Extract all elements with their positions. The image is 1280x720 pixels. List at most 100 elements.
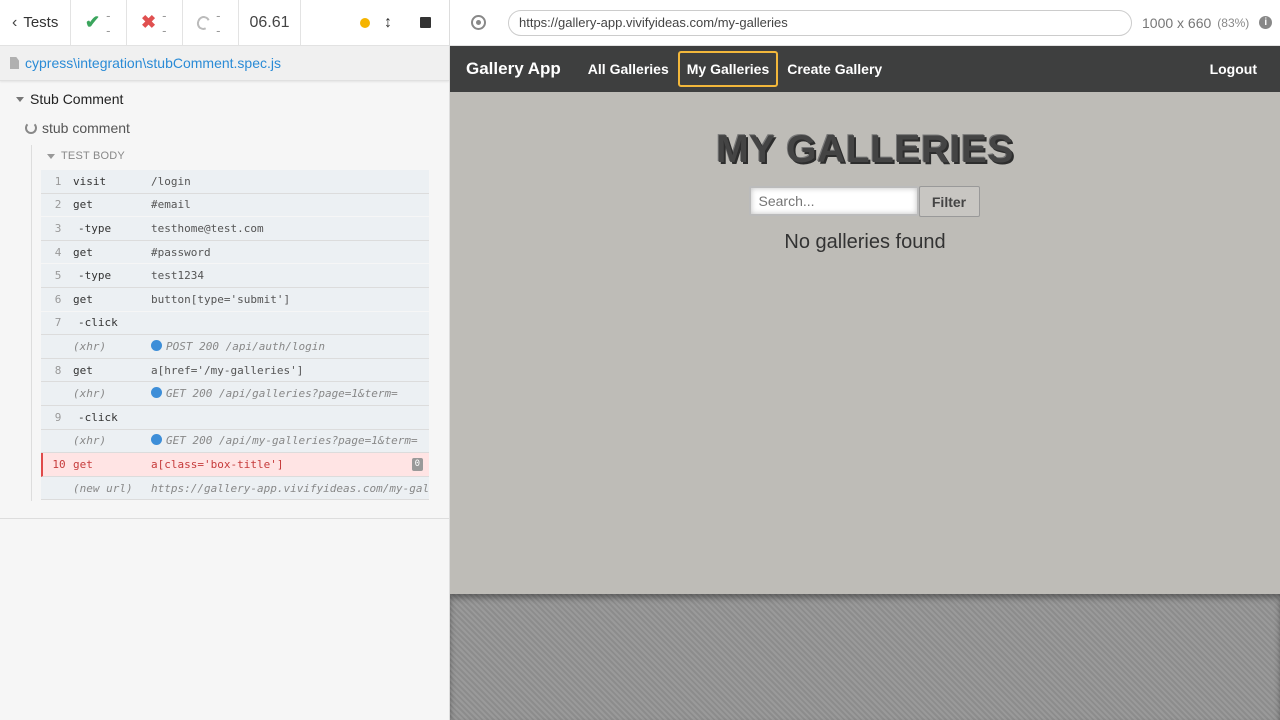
auto-scroll-toggle-icon[interactable]: ↕: [384, 14, 392, 32]
nav-my-galleries[interactable]: My Galleries: [677, 51, 779, 87]
command-number: 10: [52, 457, 66, 471]
command-row[interactable]: (xhr) POST 200 /api/auth/login: [41, 335, 429, 359]
xhr-message: POST 200 /api/auth/login: [166, 339, 325, 353]
info-icon[interactable]: i: [1259, 16, 1273, 29]
command-log: 1 visit/login 2 get #email 3 -type testhome@tes…: [41, 170, 429, 501]
page-title: MY GALLERIES: [716, 128, 1014, 171]
command-message: GET 200 /api/my-galleries?page=1&term=: [151, 434, 429, 447]
command-name: get: [73, 198, 93, 212]
command-row[interactable]: 3 -type testhome@test.com: [41, 217, 429, 241]
reporter-header: ‹ Tests ✔ -- ✖ -- -- 06.61 ↕: [0, 0, 449, 46]
command-row[interactable]: 9 -click: [41, 405, 429, 430]
app-under-test-panel: https://gallery-app.vivifyideas.com/my-g…: [450, 0, 1280, 720]
command-message: a[class='box-title']: [151, 457, 284, 471]
command-message: #password: [151, 245, 211, 259]
element-count-badge: 0: [411, 458, 423, 472]
xhr-message: GET 200 /api/my-galleries?page=1&term=: [166, 434, 418, 448]
nav-all-galleries[interactable]: All Galleries: [580, 53, 677, 85]
brand-link[interactable]: Gallery App: [466, 59, 561, 79]
command-message: a[href='/my-galleries']: [151, 363, 304, 377]
stop-button[interactable]: [420, 17, 431, 28]
command-name: get: [73, 457, 93, 471]
file-icon: [10, 57, 19, 69]
suite: Stub Comment stub comment: [0, 81, 449, 143]
viewport-overflow-area: [450, 594, 1280, 720]
search-input[interactable]: [748, 186, 919, 216]
command-name: get: [73, 292, 93, 306]
tests-back-button[interactable]: ‹ Tests: [0, 0, 71, 45]
failed-count: --: [162, 7, 167, 38]
nav-create-gallery[interactable]: Create Gallery: [779, 53, 890, 85]
passed-stat[interactable]: ✔ --: [71, 0, 127, 45]
spec-path-link[interactable]: cypress\integration\stubComment.spec.js: [25, 55, 281, 71]
command-number: 3: [54, 221, 62, 235]
command-number: 2: [54, 198, 62, 212]
command-number: 5: [54, 269, 62, 283]
command-row[interactable]: 6 get button[type='submit']: [41, 287, 429, 312]
running-spinner-icon: [25, 122, 37, 134]
command-name: -click: [78, 316, 118, 330]
filter-button[interactable]: Filter: [918, 186, 980, 217]
command-row[interactable]: (xhr) GET 200 /api/my-galleries?page=1&te…: [41, 429, 429, 454]
command-name: get: [73, 363, 93, 377]
app-frame: Gallery App All Galleries My Galleries C…: [450, 46, 1280, 594]
caret-down-icon: [47, 153, 55, 159]
passed-count: --: [106, 7, 111, 38]
xhr-status-dot-icon: [151, 387, 162, 399]
command-row[interactable]: 4 get #password: [41, 240, 429, 265]
command-row[interactable]: (new url) https://gallery-app.vivifyideas…: [41, 476, 429, 501]
command-name: (xhr): [73, 339, 107, 353]
suite-title-label: Stub Comment: [30, 91, 124, 107]
url-bar[interactable]: https://gallery-app.vivifyideas.com/my-g…: [508, 9, 1132, 36]
failed-stat[interactable]: ✖ --: [127, 0, 183, 45]
viewport-size: 1000 x 660: [1142, 14, 1212, 31]
command-name: -type: [78, 221, 112, 235]
divider: [0, 518, 450, 519]
spec-bar: cypress\integration\stubComment.spec.js: [0, 46, 449, 81]
command-number: 9: [54, 410, 62, 424]
command-name: (xhr): [73, 387, 107, 401]
test-body-guide-line: [31, 145, 32, 501]
command-row[interactable]: 8 get a[href='/my-galleries']: [41, 358, 429, 383]
pending-count: --: [216, 7, 221, 38]
command-row[interactable]: 5 -type test1234: [41, 264, 429, 288]
duration: 06.61: [239, 0, 301, 45]
chevron-left-icon: ‹: [12, 13, 18, 31]
test-title[interactable]: stub comment: [0, 113, 449, 143]
circle-spinner-icon: [195, 13, 213, 32]
running-indicator-icon: [360, 17, 370, 28]
command-name: -type: [78, 269, 112, 283]
command-message: testhome@test.com: [151, 221, 264, 235]
command-number: 7: [54, 316, 62, 330]
test-title-label: stub comment: [42, 120, 130, 136]
command-message: POST 200 /api/auth/login: [151, 339, 429, 353]
crosshair-icon[interactable]: [471, 15, 486, 30]
command-name: -click: [78, 410, 118, 424]
caret-down-icon: [16, 96, 24, 102]
command-name: (xhr): [73, 434, 107, 448]
command-row[interactable]: 7 -click: [41, 311, 429, 336]
command-message: #email: [151, 198, 191, 212]
xhr-status-dot-icon: [151, 339, 162, 351]
command-message: https://gallery-app.vivifyideas.com/my-g…: [151, 481, 429, 495]
command-number: 8: [54, 363, 62, 377]
command-message: GET 200 /api/galleries?page=1&term=: [151, 387, 429, 400]
command-name: (new url): [73, 481, 133, 495]
command-message: button[type='submit']: [151, 292, 291, 306]
command-number: 4: [54, 245, 62, 259]
pending-stat[interactable]: --: [183, 0, 239, 45]
command-number: 1: [54, 174, 62, 188]
command-number: 6: [54, 292, 62, 306]
app-navbar: Gallery App All Galleries My Galleries C…: [450, 46, 1280, 92]
command-row[interactable]: 2 get #email: [41, 193, 429, 218]
search-row: Filter: [448, 186, 1280, 217]
command-row[interactable]: 1 visit/login: [41, 170, 429, 194]
test-body-toggle[interactable]: TEST BODY: [47, 150, 125, 162]
viewport-scale: (83%): [1217, 15, 1250, 30]
x-icon: ✖: [141, 12, 157, 32]
suite-title[interactable]: Stub Comment: [0, 85, 449, 113]
command-row[interactable]: (xhr) GET 200 /api/galleries?page=1&term=: [41, 382, 429, 406]
logout-link[interactable]: Logout: [1210, 61, 1257, 77]
reporter-controls: ↕: [301, 0, 449, 45]
command-row-failed[interactable]: 10 get a[class='box-title'] 0: [41, 453, 429, 477]
